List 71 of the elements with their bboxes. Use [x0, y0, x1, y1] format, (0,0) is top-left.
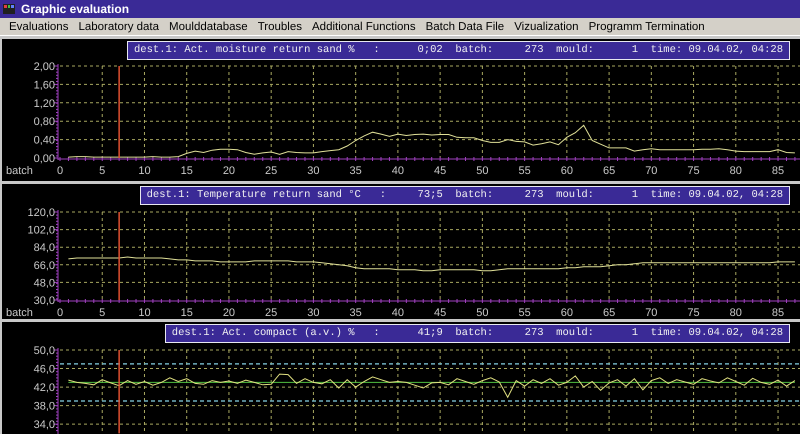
tick-label: 75 [687, 307, 700, 319]
window-title: Graphic evaluation [21, 2, 130, 16]
tick-label: 10 [138, 165, 151, 177]
tick-label: 15 [180, 307, 193, 319]
tick-label: 40 [392, 165, 404, 177]
tick-label: 50 [476, 165, 488, 177]
cursor-line[interactable] [118, 350, 120, 434]
cursor-line[interactable] [118, 212, 120, 300]
tick-label: 80 [730, 307, 742, 319]
tick-label: 45 [434, 165, 446, 177]
tick-label: 102,0 [27, 224, 55, 237]
tick-label: 1,20 [34, 98, 55, 110]
tick-label: 0 [56, 165, 64, 177]
tick-label: 55 [518, 307, 531, 319]
tick-label: 70 [645, 165, 658, 177]
tick-label: 25 [265, 307, 278, 319]
tick-label: 2,00 [34, 61, 55, 73]
chart-header: dest.1: Temperature return sand °C : 73;5 batch: 273 mould: 1 time: 09.04.02, 04:28 [140, 186, 790, 205]
tick-label: 84,0 [34, 242, 55, 254]
tick-label: 40 [392, 307, 404, 319]
tick-label: 70 [645, 307, 658, 319]
tick-label: 20 [222, 165, 236, 177]
tick-label: 85 [772, 307, 784, 319]
cursor-line[interactable] [118, 66, 120, 158]
tick-label: 46,0 [34, 364, 55, 376]
tick-label: 10 [138, 307, 151, 319]
tick-label: 15 [180, 165, 193, 177]
menu-item[interactable]: Laboratory data [73, 20, 164, 32]
tick-label: 0,00 [34, 153, 55, 165]
tick-label: 80 [730, 165, 742, 177]
tick-label: 20 [222, 307, 236, 319]
tick-label: 85 [772, 165, 784, 177]
tick-label: 65 [602, 165, 616, 177]
tick-label: 30,0 [34, 295, 55, 307]
tick-label: 5 [99, 307, 106, 319]
tick-label: 65 [602, 307, 616, 319]
tick-label: 35 [350, 307, 362, 319]
axis-title: batch [6, 165, 33, 177]
tick-label: 35 [350, 165, 362, 177]
tick-label: 25 [265, 165, 278, 177]
tick-label: 75 [687, 165, 700, 177]
tick-label: 34,0 [34, 419, 55, 432]
chart-header: dest.1: Act. compact (a.v.) % : 41;9 batch: 273 mould: 1 time: 09.04.02, 04:28 [164, 324, 790, 343]
tick-label: 66,0 [34, 260, 55, 272]
menu-item[interactable]: Batch Data File [420, 20, 510, 32]
menu-item[interactable]: Troubles [252, 20, 308, 32]
tick-label: 0,40 [34, 134, 55, 147]
tick-label: 30 [307, 165, 320, 177]
tick-label: 120,0 [27, 207, 55, 219]
tick-label: 38,0 [34, 400, 55, 413]
tick-label: 30 [307, 307, 320, 319]
menu-item[interactable]: Evaluations [4, 20, 74, 32]
window-menu-icon[interactable] [3, 4, 15, 14]
tick-label: 1,60 [34, 79, 55, 92]
tick-label: 5 [99, 165, 106, 177]
menu-item[interactable]: Additional Functions [307, 20, 421, 32]
axis-title: batch [6, 307, 33, 319]
tick-label: 55 [518, 165, 531, 177]
menu-item[interactable]: Vizualization [509, 20, 584, 32]
chart-header: dest.1: Act. moisture return sand % : 0;02 batch: 273 mould: 1 time: 09.04.02, 04:28 [126, 41, 790, 60]
tick-label: 0,80 [34, 116, 55, 128]
menu-item[interactable]: Programm Termination [584, 20, 710, 32]
tick-label: 60 [560, 307, 573, 319]
tick-label: 48,0 [34, 277, 55, 290]
tick-label: 42,0 [34, 382, 55, 394]
menu-item[interactable]: Moulddatabase [164, 20, 253, 32]
tick-label: 50,0 [34, 345, 55, 357]
tick-label: 50 [476, 307, 488, 319]
tick-label: 60 [560, 165, 573, 177]
tick-label: 45 [434, 307, 446, 319]
tick-label: 0 [56, 307, 64, 319]
